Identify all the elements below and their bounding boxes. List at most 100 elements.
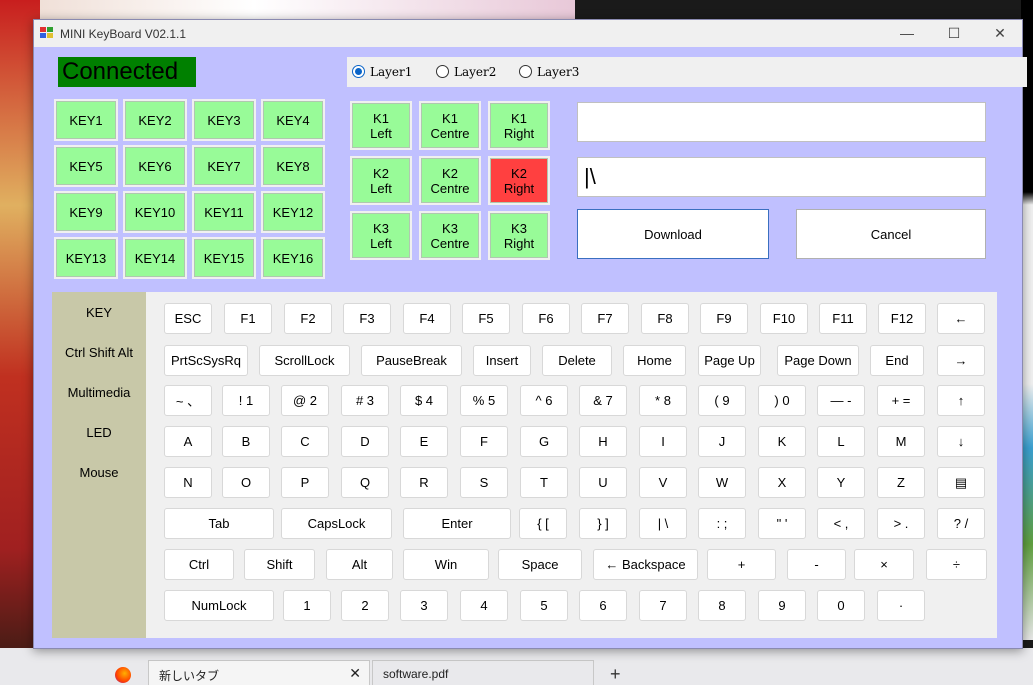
key-page-down-r1c7[interactable]: Page Down (777, 345, 859, 376)
key-s-r4c5[interactable]: S (460, 467, 508, 498)
key-7-r7c7[interactable]: 7 (639, 590, 687, 621)
key-symbol-r6c8[interactable]: × (854, 549, 914, 580)
firefox-icon[interactable] (115, 667, 131, 683)
knob-button-k2-left[interactable]: K2 Left (350, 156, 412, 205)
key-f11-r0c11[interactable]: F11 (819, 303, 867, 334)
key-z-r4c12[interactable]: Z (877, 467, 925, 498)
key-prtscsysrq-r1c0[interactable]: PrtScSysRq (164, 345, 248, 376)
key-win-r6c3[interactable]: Win (403, 549, 489, 580)
key-a-r3c0[interactable]: A (164, 426, 212, 457)
key-6-r2c6[interactable]: ^ 6 (520, 385, 568, 416)
key-4-r7c4[interactable]: 4 (460, 590, 508, 621)
knob-button-k2-right[interactable]: K2 Right (488, 156, 550, 205)
key-button-1[interactable]: KEY1 (54, 99, 118, 141)
key-button-5[interactable]: KEY5 (54, 145, 118, 187)
key-i-r3c8[interactable]: I (639, 426, 687, 457)
key-symbol-r5c5[interactable]: | \ (639, 508, 687, 539)
key-f4-r0c4[interactable]: F4 (403, 303, 451, 334)
new-tab-button[interactable]: + (610, 664, 621, 685)
close-button[interactable]: ✕ (977, 20, 1023, 47)
maximize-button[interactable]: ☐ (931, 20, 977, 47)
key-button-15[interactable]: KEY15 (192, 237, 256, 279)
key-symbol-r2c0[interactable]: ~ 、 (164, 385, 212, 416)
key-e-r3c4[interactable]: E (400, 426, 448, 457)
radio-layer2[interactable]: Layer2 (436, 65, 496, 79)
minimize-button[interactable]: — (884, 20, 930, 47)
key-p-r4c2[interactable]: P (281, 467, 329, 498)
knob-button-k1-left[interactable]: K1 Left (350, 101, 412, 150)
key-f-r3c5[interactable]: F (460, 426, 508, 457)
key-x-r4c10[interactable]: X (758, 467, 806, 498)
key-8-r7c8[interactable]: 8 (698, 590, 746, 621)
key-k-r3c10[interactable]: K (758, 426, 806, 457)
knob-button-k2-centre[interactable]: K2 Centre (419, 156, 481, 205)
key-page-up-r1c6[interactable]: Page Up (698, 345, 761, 376)
key-home-r1c5[interactable]: Home (623, 345, 686, 376)
key-code-input[interactable]: |\ (577, 157, 986, 197)
key-symbol-r2c11[interactable]: — - (817, 385, 865, 416)
key-space-r6c4[interactable]: Space (498, 549, 582, 580)
key-tab-r5c0[interactable]: Tab (164, 508, 274, 539)
key-f12-r0c12[interactable]: F12 (878, 303, 926, 334)
radio-layer3[interactable]: Layer3 (519, 65, 579, 79)
key-9-r7c9[interactable]: 9 (758, 590, 806, 621)
key-y-r4c11[interactable]: Y (817, 467, 865, 498)
key-ctrl-r6c0[interactable]: Ctrl (164, 549, 234, 580)
key-button-7[interactable]: KEY7 (192, 145, 256, 187)
key-f7-r0c7[interactable]: F7 (581, 303, 629, 334)
key-symbol-r2c12[interactable]: + = (877, 385, 925, 416)
key-symbol-r5c9[interactable]: > . (877, 508, 925, 539)
key-symbol-r5c7[interactable]: " ' (758, 508, 806, 539)
key-shift-r6c1[interactable]: Shift (244, 549, 315, 580)
key-1-r2c1[interactable]: ! 1 (222, 385, 270, 416)
key-pausebreak-r1c2[interactable]: PauseBreak (361, 345, 462, 376)
key-7-r2c7[interactable]: & 7 (579, 385, 627, 416)
key-b-r3c1[interactable]: B (222, 426, 270, 457)
key-2-r2c2[interactable]: @ 2 (281, 385, 329, 416)
key-button-12[interactable]: KEY12 (261, 191, 325, 233)
key-q-r4c3[interactable]: Q (341, 467, 389, 498)
browser-tab-new[interactable]: 新しいタブ ✕ (148, 660, 370, 685)
key-button-4[interactable]: KEY4 (261, 99, 325, 141)
key-insert-r1c3[interactable]: Insert (473, 345, 531, 376)
key-2-r7c2[interactable]: 2 (341, 590, 389, 621)
key-end-r1c8[interactable]: End (870, 345, 924, 376)
sidebar-item-ctrl-shift-alt[interactable]: Ctrl Shift Alt (52, 345, 146, 360)
key-button-3[interactable]: KEY3 (192, 99, 256, 141)
key-4-r2c4[interactable]: $ 4 (400, 385, 448, 416)
key-symbol-r6c9[interactable]: ÷ (926, 549, 987, 580)
sidebar-item-mouse[interactable]: Mouse (52, 465, 146, 480)
key-delete-r1c4[interactable]: Delete (542, 345, 612, 376)
knob-button-k1-right[interactable]: K1 Right (488, 101, 550, 150)
key-scrolllock-r1c1[interactable]: ScrollLock (259, 345, 350, 376)
knob-button-k1-centre[interactable]: K1 Centre (419, 101, 481, 150)
key-f6-r0c6[interactable]: F6 (522, 303, 570, 334)
close-icon[interactable]: ✕ (349, 665, 361, 682)
key-6-r7c6[interactable]: 6 (579, 590, 627, 621)
download-button[interactable]: Download (577, 209, 769, 259)
key-1-r7c1[interactable]: 1 (283, 590, 331, 621)
key-symbol-r2c13[interactable]: ↑ (937, 385, 985, 416)
key-f8-r0c8[interactable]: F8 (641, 303, 689, 334)
key-button-9[interactable]: KEY9 (54, 191, 118, 233)
key-c-r3c2[interactable]: C (281, 426, 329, 457)
key-m-r3c12[interactable]: M (877, 426, 925, 457)
key-button-14[interactable]: KEY14 (123, 237, 187, 279)
key-symbol-r5c3[interactable]: { [ (519, 508, 567, 539)
key-f1-r0c1[interactable]: F1 (224, 303, 272, 334)
key-symbol-r4c13[interactable]: ▤ (937, 467, 985, 498)
knob-button-k3-right[interactable]: K3 Right (488, 211, 550, 260)
key-button-11[interactable]: KEY11 (192, 191, 256, 233)
cancel-button[interactable]: Cancel (796, 209, 986, 259)
key-w-r4c9[interactable]: W (698, 467, 746, 498)
browser-tab-pdf[interactable]: software.pdf (372, 660, 594, 685)
key-capslock-r5c1[interactable]: CapsLock (281, 508, 392, 539)
key-alt-r6c2[interactable]: Alt (326, 549, 393, 580)
key-d-r3c3[interactable]: D (341, 426, 389, 457)
key-r-r4c4[interactable]: R (400, 467, 448, 498)
key-0-r2c10[interactable]: ) 0 (758, 385, 806, 416)
key-enter-r5c2[interactable]: Enter (403, 508, 511, 539)
key-f5-r0c5[interactable]: F5 (462, 303, 510, 334)
sidebar-item-key[interactable]: KEY (52, 305, 146, 320)
key-button-6[interactable]: KEY6 (123, 145, 187, 187)
